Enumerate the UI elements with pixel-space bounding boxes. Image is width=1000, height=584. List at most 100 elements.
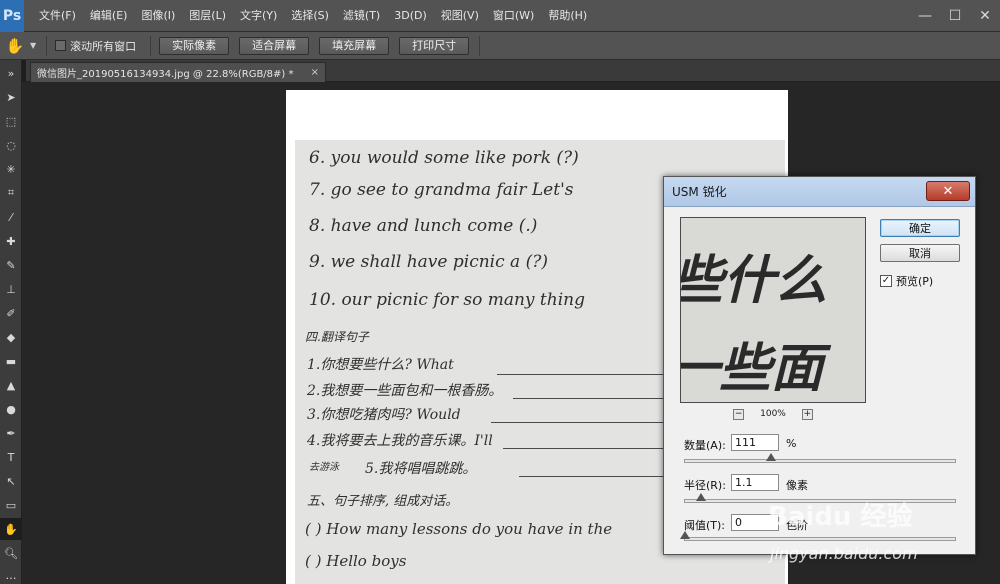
actual-pixels-button[interactable]: 实际像素 (159, 36, 230, 55)
shape-tool-icon[interactable]: ▭ (0, 494, 22, 516)
print-size-button[interactable]: 打印尺寸 (399, 36, 470, 55)
history-brush-tool-icon[interactable]: ✐ (0, 302, 22, 324)
options-bar: ✋ ▼ 滚动所有窗口 实际像素 适合屏幕 填充屏幕 打印尺寸 (0, 32, 1000, 60)
preview-option: ✓ 预览(P) (880, 273, 933, 289)
separator (150, 35, 152, 56)
ok-button[interactable]: 确定 (880, 219, 960, 237)
baidu-jingyan-watermark: Baidu 经验 jingyan.baidu.com (760, 466, 1000, 584)
menu-bar: Ps 文件(F) 编辑(E) 图像(I) 图层(L) 文字(Y) 选择(S) 滤镜(T) 3D… (0, 0, 1000, 32)
amount-input[interactable]: 111 (731, 434, 779, 451)
filter-preview[interactable]: 些什么 一些面 (680, 217, 866, 403)
document-tab[interactable]: 微信图片_20190516134934.jpg @ 22.8%(RGB/8#) … (30, 62, 326, 82)
answer-line (497, 374, 667, 375)
preview-zoom-level: 100% (760, 409, 786, 419)
preview-zoom-controls: − 100% + (680, 407, 866, 421)
preview-checkbox[interactable]: ✓ (880, 275, 892, 287)
worksheet-line: 4.我将要去上我的音乐课。I'll (307, 433, 493, 449)
threshold-label: 阈值(T): (684, 519, 726, 532)
eyedropper-tool-icon[interactable]: ⁄ (0, 206, 22, 228)
close-window-button[interactable]: ✕ (970, 0, 1000, 32)
amount-label: 数量(A): (684, 439, 726, 452)
stamp-tool-icon[interactable]: ⊥ (0, 278, 22, 300)
answer-line (519, 476, 667, 477)
worksheet-line: 9. we shall have picnic a (?) (309, 252, 548, 272)
menu-item[interactable]: 图层(L) (182, 0, 233, 32)
healing-tool-icon[interactable]: ✚ (0, 230, 22, 252)
move-tool-icon[interactable]: ➤ (0, 86, 22, 108)
brush-tool-icon[interactable]: ✎ (0, 254, 22, 276)
type-tool-icon[interactable]: T (0, 446, 22, 468)
menu-items: 文件(F) 编辑(E) 图像(I) 图层(L) 文字(Y) 选择(S) 滤镜(T) 3D(D)… (32, 0, 594, 32)
document-tab-bar: 微信图片_20190516134934.jpg @ 22.8%(RGB/8#) … (26, 60, 1000, 82)
eraser-tool-icon[interactable]: ◆ (0, 326, 22, 348)
worksheet-line: 5.我将唱唱跳跳。 (365, 461, 477, 477)
fit-screen-button[interactable]: 适合屏幕 (239, 36, 310, 55)
answer-line (503, 448, 667, 449)
hand-tool-icon[interactable]: ✋ (0, 32, 30, 60)
close-dialog-button[interactable]: ✕ (926, 181, 970, 201)
preview-label: 预览(P) (896, 275, 934, 288)
fill-screen-button[interactable]: 填充屏幕 (319, 36, 390, 55)
scroll-all-windows-checkbox[interactable] (55, 40, 67, 51)
menu-item[interactable]: 视图(V) (434, 0, 486, 32)
radius-slider-thumb[interactable] (696, 493, 707, 501)
menu-item[interactable]: 图像(I) (134, 0, 182, 32)
watermark-url: jingyan.baidu.com (770, 544, 918, 563)
separator (46, 35, 48, 56)
crop-tool-icon[interactable]: ⌗ (0, 182, 22, 204)
zoom-out-button[interactable]: − (733, 408, 745, 420)
lasso-tool-icon[interactable]: ◌ (0, 134, 22, 156)
amount-slider[interactable] (684, 453, 956, 463)
window-controls: — ☐ ✕ (910, 0, 1000, 32)
separator (479, 35, 481, 56)
worksheet-line: 10. our picnic for so many thing (309, 290, 585, 310)
maximize-button[interactable]: ☐ (940, 0, 970, 32)
scroll-all-windows-label: 滚动所有窗口 (70, 39, 137, 53)
toolbar-collapse-icon[interactable]: » (0, 62, 22, 84)
quick-select-tool-icon[interactable]: ✳ (0, 158, 22, 180)
worksheet-line: ( ) How many lessons do you have in the (305, 520, 613, 538)
more-tools-icon[interactable]: … (0, 564, 22, 584)
menu-item[interactable]: 文件(F) (32, 0, 83, 32)
dodge-tool-icon[interactable]: ● (0, 398, 22, 420)
worksheet-line: ( ) Hello boys (305, 552, 407, 570)
worksheet-line: 6. you would some like pork (?) (309, 148, 579, 168)
answer-line (491, 422, 667, 423)
zoom-in-button[interactable]: + (801, 408, 813, 420)
hand-tool-icon[interactable]: ✋ (0, 518, 22, 540)
blur-tool-icon[interactable]: ▲ (0, 374, 22, 396)
worksheet-note: 去游泳 (309, 462, 339, 473)
tool-preset-dropdown-icon[interactable]: ▼ (30, 41, 36, 50)
pen-tool-icon[interactable]: ✒ (0, 422, 22, 444)
cancel-button[interactable]: 取消 (880, 244, 960, 262)
marquee-tool-icon[interactable]: ⬚ (0, 110, 22, 132)
menu-item[interactable]: 文字(Y) (233, 0, 284, 32)
worksheet-line: 四.翻译句子 (305, 330, 369, 344)
amount-unit: % (786, 437, 797, 450)
document-tab-title: 微信图片_20190516134934.jpg @ 22.8%(RGB/8#) … (37, 69, 294, 80)
menu-item[interactable]: 编辑(E) (83, 0, 135, 32)
photoshop-logo: Ps (0, 0, 24, 32)
worksheet-line: 1.你想要些什么? What (307, 357, 454, 373)
path-select-tool-icon[interactable]: ↖ (0, 470, 22, 492)
gradient-tool-icon[interactable]: ▬ (0, 350, 22, 372)
preview-text: 些什么 (680, 250, 828, 311)
menu-item[interactable]: 选择(S) (284, 0, 336, 32)
worksheet-line: 7. go see to grandma fair Let's (309, 180, 574, 200)
worksheet-line: 五、句子排序, 组成对话。 (307, 494, 459, 509)
menu-item[interactable]: 窗口(W) (486, 0, 541, 32)
close-tab-icon[interactable]: × (311, 67, 319, 78)
threshold-slider-thumb[interactable] (680, 531, 690, 539)
menu-item[interactable]: 滤镜(T) (336, 0, 387, 32)
radius-label: 半径(R): (684, 479, 726, 492)
preview-text: 一些面 (680, 338, 824, 399)
watermark-logo: Baidu 经验 (768, 502, 913, 532)
amount-slider-thumb[interactable] (766, 453, 777, 461)
zoom-tool-icon[interactable]: 🔍︎ (0, 542, 22, 564)
worksheet-line: 2.我想要一些面包和一根香肠。 (307, 383, 503, 399)
menu-item[interactable]: 帮助(H) (541, 0, 594, 32)
menu-item[interactable]: 3D(D) (387, 0, 434, 32)
dialog-title: USM 锐化 (672, 185, 727, 199)
minimize-button[interactable]: — (910, 0, 940, 32)
worksheet-line: 3.你想吃猪肉吗? Would (307, 407, 461, 423)
